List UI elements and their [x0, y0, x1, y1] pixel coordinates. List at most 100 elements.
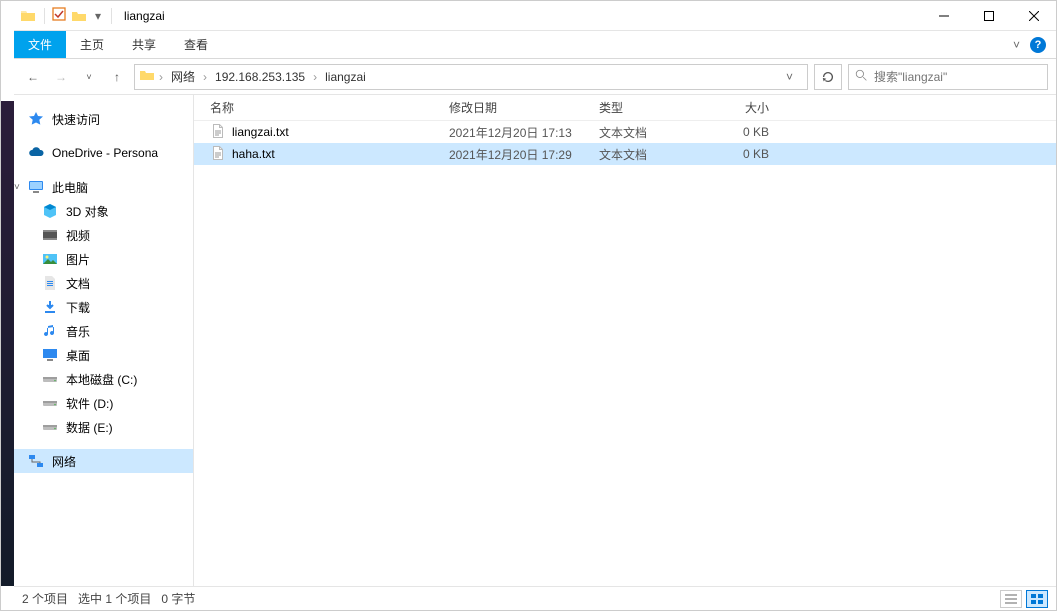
navbar: ← → ˅ ↑ › 网络 › 192.168.253.135 › liangza…	[14, 59, 1056, 95]
column-type[interactable]: 类型	[599, 99, 709, 116]
chevron-right-icon[interactable]: ›	[311, 70, 319, 84]
ribbon-tab-view[interactable]: 查看	[170, 31, 222, 58]
help-icon[interactable]: ?	[1030, 37, 1046, 53]
nav-forward-button[interactable]: →	[50, 66, 72, 88]
file-list: 名称 修改日期 类型 大小 liangzai.txt 2021年12月20日 17…	[194, 95, 1056, 586]
file-date: 2021年12月20日 17:13	[449, 124, 599, 141]
titlebar: ▾ liangzai	[14, 1, 1056, 31]
ribbon-tab-home[interactable]: 主页	[66, 31, 118, 58]
sidebar-item[interactable]: 软件 (D:)	[14, 391, 193, 415]
sidebar-item-label: 图片	[66, 251, 90, 268]
minimize-button[interactable]	[921, 1, 966, 31]
sidebar-item-label: 下载	[66, 299, 90, 316]
qat-checkbox-icon[interactable]	[51, 6, 67, 25]
3d-icon	[42, 203, 58, 219]
text-file-icon	[210, 123, 226, 142]
ribbon-expand-icon[interactable]: ˅	[1013, 38, 1020, 52]
crumb-host[interactable]: 192.168.253.135	[211, 70, 309, 84]
file-row[interactable]: liangzai.txt 2021年12月20日 17:13文本文档0 KB	[194, 121, 1056, 143]
qat-folder-icon[interactable]	[69, 6, 89, 26]
address-bar[interactable]: › 网络 › 192.168.253.135 › liangzai ˅	[134, 64, 808, 90]
sidebar-network[interactable]: 网络	[14, 449, 193, 473]
network-icon	[28, 453, 44, 469]
drive-icon	[42, 419, 58, 435]
crumb-network[interactable]: 网络	[167, 68, 199, 85]
downloads-icon	[42, 299, 58, 315]
file-type: 文本文档	[599, 146, 709, 163]
sidebar-item-label: 网络	[52, 453, 76, 470]
pictures-icon	[42, 251, 58, 267]
video-icon	[42, 227, 58, 243]
ribbon-tab-share[interactable]: 共享	[118, 31, 170, 58]
qat-overflow-icon[interactable]: ▾	[91, 9, 105, 23]
chevron-right-icon[interactable]: ›	[157, 70, 165, 84]
star-icon	[28, 111, 44, 127]
column-size[interactable]: 大小	[709, 99, 779, 116]
folder-app-icon	[18, 6, 38, 26]
status-size: 0 字节	[161, 590, 195, 607]
file-date: 2021年12月20日 17:29	[449, 146, 599, 163]
status-count: 2 个项目	[22, 590, 68, 607]
file-row[interactable]: haha.txt2021年12月20日 17:29文本文档0 KB	[194, 143, 1056, 165]
sidebar-item-label: 3D 对象	[66, 203, 109, 220]
drive-icon	[42, 395, 58, 411]
cloud-icon	[28, 145, 44, 161]
music-icon	[42, 323, 58, 339]
search-input[interactable]	[874, 70, 1041, 84]
sidebar-item[interactable]: 下载	[14, 295, 193, 319]
desktop-icon	[42, 347, 58, 363]
sidebar-item-label: 文档	[66, 275, 90, 292]
nav-history-dropdown[interactable]: ˅	[78, 66, 100, 88]
close-button[interactable]	[1011, 1, 1056, 31]
sidebar-item[interactable]: 本地磁盘 (C:)	[14, 367, 193, 391]
text-file-icon	[210, 145, 226, 164]
sidebar-item[interactable]: 图片	[14, 247, 193, 271]
file-name: haha.txt	[232, 147, 275, 161]
column-name[interactable]: 名称	[194, 99, 449, 116]
status-selected: 选中 1 个项目	[78, 590, 151, 607]
sidebar-item-label: 桌面	[66, 347, 90, 364]
sidebar-item-label: 视频	[66, 227, 90, 244]
view-details-button[interactable]	[1000, 590, 1022, 608]
nav-up-button[interactable]: ↑	[106, 66, 128, 88]
file-name: liangzai.txt	[232, 125, 289, 139]
sidebar-item[interactable]: 音乐	[14, 319, 193, 343]
nav-back-button[interactable]: ←	[22, 66, 44, 88]
refresh-button[interactable]	[814, 64, 842, 90]
sidebar: 快速访问 OneDrive - Persona ˅ 此电脑 3D 对象视频图片文…	[14, 95, 194, 586]
sidebar-this-pc[interactable]: ˅ 此电脑	[14, 175, 193, 199]
sidebar-item-label: 音乐	[66, 323, 90, 340]
sidebar-quick-access[interactable]: 快速访问	[14, 107, 193, 131]
sidebar-item-label: 本地磁盘 (C:)	[66, 371, 137, 388]
sidebar-item-label: 快速访问	[52, 111, 100, 128]
search-box[interactable]	[848, 64, 1048, 90]
address-folder-icon	[139, 67, 155, 86]
column-headers: 名称 修改日期 类型 大小	[194, 95, 1056, 121]
documents-icon	[42, 275, 58, 291]
sidebar-onedrive[interactable]: OneDrive - Persona	[14, 141, 193, 165]
address-dropdown-icon[interactable]: ˅	[780, 70, 799, 84]
sidebar-item[interactable]: 数据 (E:)	[14, 415, 193, 439]
view-thumbnails-button[interactable]	[1026, 590, 1048, 608]
status-bar: 2 个项目 选中 1 个项目 0 字节	[14, 586, 1056, 610]
sidebar-item[interactable]: 文档	[14, 271, 193, 295]
sidebar-item[interactable]: 3D 对象	[14, 199, 193, 223]
ribbon: 文件 主页 共享 查看 ˅ ?	[14, 31, 1056, 59]
sidebar-item[interactable]: 桌面	[14, 343, 193, 367]
drive-icon	[42, 371, 58, 387]
ribbon-file-tab[interactable]: 文件	[14, 31, 66, 58]
search-icon	[855, 69, 868, 85]
chevron-right-icon[interactable]: ›	[201, 70, 209, 84]
file-size: 0 KB	[709, 125, 779, 139]
file-type: 文本文档	[599, 124, 709, 141]
sidebar-item-label: OneDrive - Persona	[52, 146, 158, 160]
column-date[interactable]: 修改日期	[449, 99, 599, 116]
crumb-folder[interactable]: liangzai	[321, 70, 370, 84]
sidebar-item-label: 数据 (E:)	[66, 419, 113, 436]
maximize-button[interactable]	[966, 1, 1011, 31]
monitor-icon	[28, 179, 44, 195]
expand-icon[interactable]: ˅	[14, 182, 24, 193]
sidebar-item-label: 软件 (D:)	[66, 395, 113, 412]
sidebar-item[interactable]: 视频	[14, 223, 193, 247]
window-title: liangzai	[124, 9, 165, 23]
